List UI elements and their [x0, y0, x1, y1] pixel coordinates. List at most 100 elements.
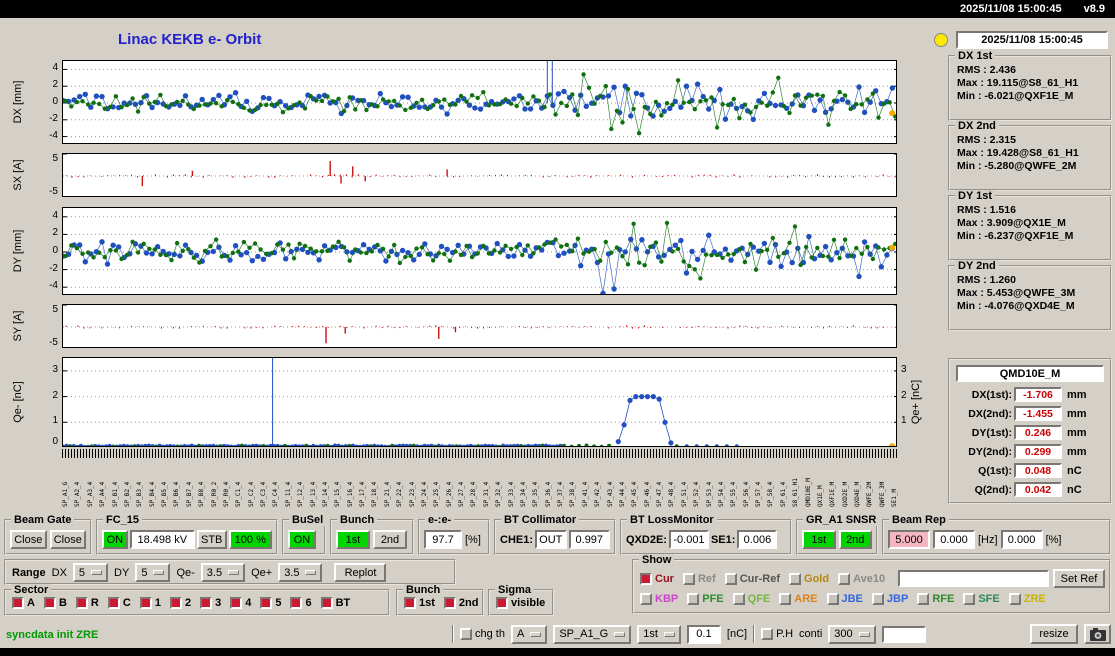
checkbox-indicator[interactable] — [732, 593, 745, 605]
replot-button[interactable]: Replot — [334, 563, 387, 582]
ph-checkbox[interactable]: P.H — [761, 628, 793, 640]
checkbox-indicator[interactable] — [404, 597, 416, 609]
snsr-1st-button[interactable]: 1st — [802, 530, 836, 549]
checkbox-bt[interactable]: BT — [320, 597, 350, 609]
checkbox-indicator[interactable] — [43, 597, 56, 609]
checkbox-indicator[interactable] — [107, 597, 120, 609]
checkbox-are[interactable]: ARE — [779, 593, 818, 605]
bpm-label: QXF1E_M — [829, 481, 837, 507]
se1-value-display: 0.006 — [737, 530, 778, 549]
checkbox-sfe[interactable]: SFE — [963, 593, 1000, 605]
show-title: Show — [639, 554, 675, 566]
checkbox-rfe[interactable]: RFE — [917, 593, 954, 605]
mode-dropdown[interactable]: A — [510, 624, 548, 644]
checkbox-indicator[interactable] — [724, 572, 737, 585]
checkbox-indicator[interactable] — [917, 593, 930, 605]
checkbox-jbp[interactable]: JBP — [871, 593, 908, 605]
checkbox-a[interactable]: A — [12, 597, 35, 609]
chg-th-indicator[interactable] — [460, 628, 472, 640]
checkbox-ref[interactable]: Ref — [682, 572, 716, 585]
busel-on-button[interactable]: ON — [288, 530, 316, 549]
checkbox-indicator[interactable] — [789, 572, 802, 585]
checkbox-indicator[interactable] — [230, 597, 243, 609]
checkbox-indicator[interactable] — [1008, 593, 1021, 605]
checkbox-indicator[interactable] — [200, 597, 213, 609]
bpm-label: SP_26_4 — [445, 481, 453, 507]
screenshot-button[interactable] — [1084, 624, 1111, 644]
checkbox-indicator[interactable] — [826, 593, 839, 605]
bpm-label: SP_56_4 — [742, 481, 750, 507]
checkbox-ave10[interactable]: Ave10 — [838, 572, 886, 585]
bpm-label: SP_B5_4 — [161, 481, 168, 507]
bpm-label: SP_28_4 — [470, 481, 478, 507]
fc15-stb-button[interactable]: STB — [196, 530, 227, 549]
checkbox-2nd[interactable]: 2nd — [443, 597, 478, 609]
checkbox-label: Ave10 — [853, 572, 886, 585]
checkbox-6[interactable]: 6 — [290, 597, 312, 609]
checkbox-c[interactable]: C — [107, 597, 131, 609]
checkbox-cur-ref[interactable]: Cur-Ref — [724, 572, 780, 585]
checkbox-indicator[interactable] — [640, 572, 652, 585]
points-dropdown[interactable]: 300 — [828, 624, 876, 644]
checkbox-indicator[interactable] — [139, 597, 152, 609]
bpm-label: SP_B8_4 — [198, 481, 206, 507]
checkbox-indicator[interactable] — [640, 593, 652, 605]
ref-name-input[interactable] — [898, 570, 1049, 587]
checkbox-indicator[interactable] — [682, 572, 695, 585]
checkbox-kbp[interactable]: KBP — [640, 593, 678, 605]
bpm-label: SP_41_4 — [581, 481, 589, 507]
checkbox-indicator[interactable] — [838, 572, 851, 585]
snsr-2nd-button[interactable]: 2nd — [838, 530, 872, 549]
checkbox-indicator[interactable] — [75, 597, 88, 609]
checkbox-1[interactable]: 1 — [139, 597, 161, 609]
threshold-unit: [nC] — [726, 628, 748, 640]
range-dx-dropdown[interactable]: 5 — [72, 563, 109, 582]
beam-gate-close2-button[interactable]: Close — [49, 530, 86, 549]
checkbox-indicator[interactable] — [496, 597, 508, 609]
bottom-bar — [0, 648, 1115, 656]
beam-rep-percent-unit: [%] — [1045, 533, 1062, 546]
checkbox-4[interactable]: 4 — [230, 597, 251, 609]
bunch-2nd-button[interactable]: 2nd — [373, 530, 407, 549]
checkbox-gold[interactable]: Gold — [789, 572, 829, 585]
resize-button[interactable]: resize — [1030, 624, 1078, 644]
range-qem-dropdown[interactable]: 3.5 — [200, 563, 246, 582]
checkbox-r[interactable]: R — [75, 597, 99, 609]
checkbox-b[interactable]: B — [43, 597, 67, 609]
checkbox-indicator[interactable] — [963, 593, 976, 605]
checkbox-cur[interactable]: Cur — [640, 572, 674, 585]
checkbox-indicator[interactable] — [871, 593, 884, 605]
beam-rep-hz-unit: [Hz] — [978, 533, 998, 546]
checkbox-indicator[interactable] — [12, 597, 24, 609]
checkbox-label: KBP — [655, 593, 679, 605]
checkbox-2[interactable]: 2 — [169, 597, 191, 609]
beam-gate-close1-button[interactable]: Close — [10, 530, 47, 549]
status-text-input[interactable] — [881, 625, 926, 643]
checkbox-1st[interactable]: 1st — [404, 597, 435, 609]
checkbox-indicator[interactable] — [320, 597, 333, 609]
set-ref-button[interactable]: Set Ref — [1053, 569, 1105, 588]
chg-th-checkbox[interactable]: chg th — [460, 628, 505, 640]
checkbox-indicator[interactable] — [290, 597, 303, 609]
sp-dropdown[interactable]: SP_A1_G — [553, 624, 632, 644]
checkbox-indicator[interactable] — [169, 597, 182, 609]
checkbox-indicator[interactable] — [443, 597, 456, 609]
ph-indicator[interactable] — [761, 628, 774, 640]
bunch-dropdown[interactable]: 1st — [637, 624, 681, 644]
bpm-label: SP_17_4 — [359, 481, 366, 507]
checkbox-3[interactable]: 3 — [200, 597, 221, 609]
checkbox-indicator[interactable] — [260, 597, 273, 609]
checkbox-indicator[interactable] — [779, 593, 792, 605]
checkbox-zre[interactable]: ZRE — [1008, 593, 1046, 605]
range-dy-dropdown[interactable]: 5 — [135, 563, 171, 582]
checkbox-jbe[interactable]: JBE — [826, 593, 863, 605]
checkbox-qfe[interactable]: QFE — [732, 593, 770, 605]
qmd-row: Q(1st): 0.048 nC — [954, 462, 1110, 479]
range-qep-dropdown[interactable]: 3.5 — [278, 563, 323, 582]
bunch-1st-button[interactable]: 1st — [336, 530, 370, 549]
checkbox-5[interactable]: 5 — [260, 597, 281, 609]
checkbox-indicator[interactable] — [687, 593, 700, 605]
fc15-on-button[interactable]: ON — [102, 530, 128, 549]
checkbox-visible[interactable]: visible — [496, 597, 545, 609]
checkbox-pfe[interactable]: PFE — [687, 593, 724, 605]
